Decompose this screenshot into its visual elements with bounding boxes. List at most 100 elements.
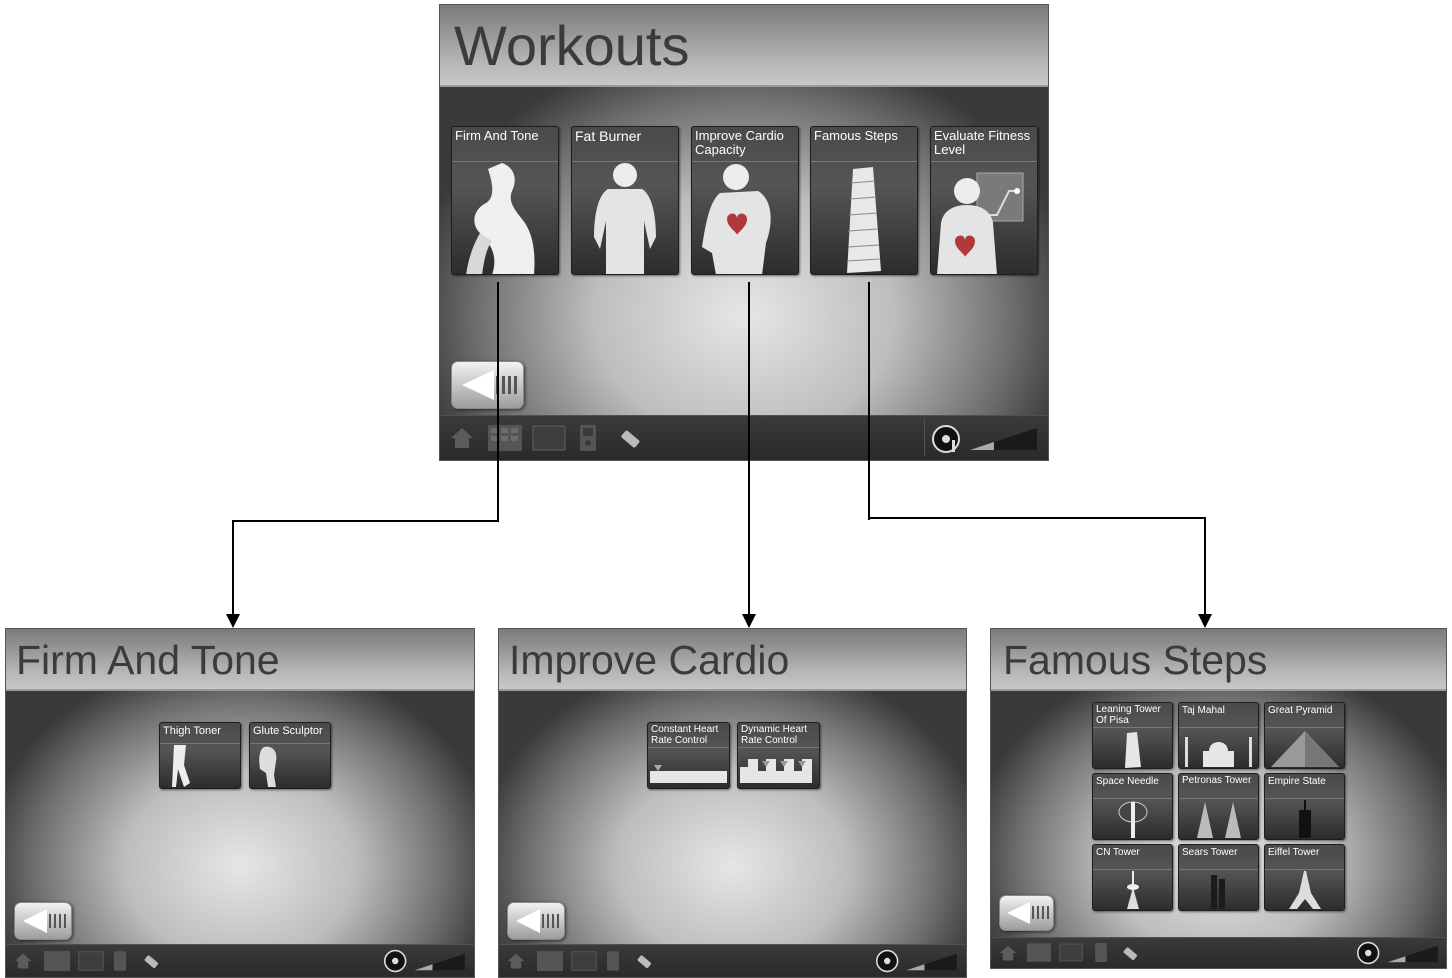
- famous-steps-screen: Famous Steps Leaning Tower Of Pisa Taj M…: [990, 628, 1447, 969]
- audio-icon[interactable]: [876, 949, 900, 973]
- home-icon[interactable]: [999, 944, 1017, 962]
- keypad-icon[interactable]: [537, 951, 563, 971]
- taskbar: [991, 937, 1446, 968]
- back-arrow-icon: [462, 370, 517, 400]
- empire-state-icon: [1299, 800, 1311, 838]
- tile-firm-and-tone[interactable]: Firm And Tone: [451, 126, 559, 275]
- volume-level-icon[interactable]: [414, 953, 466, 971]
- tile-thigh-toner[interactable]: Thigh Toner: [159, 722, 241, 789]
- pyramid-icon: [1271, 731, 1339, 767]
- back-arrow-icon: [23, 909, 66, 933]
- back-button[interactable]: [507, 902, 565, 940]
- volume-level-icon[interactable]: [1387, 945, 1439, 963]
- pisa-tower-icon: [1125, 732, 1141, 768]
- tile-label: Evaluate Fitness Level: [934, 128, 1031, 158]
- back-arrow-icon: [1007, 902, 1049, 924]
- back-button[interactable]: [999, 895, 1054, 931]
- page-title: Workouts: [454, 14, 690, 77]
- tile-label: CN Tower: [1096, 847, 1140, 858]
- tile-label: Fat Burner: [575, 128, 642, 144]
- media-player-icon[interactable]: [114, 951, 126, 971]
- volume-level-icon[interactable]: [906, 953, 958, 971]
- page-title: Improve Cardio: [509, 637, 790, 683]
- title-bar: Famous Steps: [991, 629, 1446, 691]
- flat-profile-icon: [650, 765, 727, 783]
- interval-profile-icon: [740, 759, 812, 783]
- tile-label: Taj Mahal: [1182, 705, 1225, 716]
- audio-icon[interactable]: [1357, 941, 1381, 965]
- runner-heart-icon: [702, 164, 771, 274]
- back-button[interactable]: [14, 902, 72, 940]
- man-silhouette-icon: [594, 163, 656, 274]
- tile-improve-cardio-capacity[interactable]: Improve Cardio Capacity: [691, 126, 799, 275]
- firm-and-tone-screen: Firm And Tone Thigh Toner Glute Sculptor: [5, 628, 475, 978]
- tile-evaluate-fitness-level[interactable]: Evaluate Fitness Level: [930, 126, 1038, 275]
- display-icon[interactable]: [1059, 943, 1083, 962]
- tile-label: Eiffel Tower: [1268, 847, 1320, 858]
- usb-key-icon[interactable]: [635, 952, 653, 970]
- improve-cardio-screen: Improve Cardio Constant Heart Rate Contr…: [498, 628, 967, 978]
- tile-label: Petronas Tower: [1182, 775, 1252, 786]
- tile-sears-tower[interactable]: Sears Tower: [1178, 844, 1259, 911]
- tile-leaning-tower-of-pisa[interactable]: Leaning Tower Of Pisa: [1092, 702, 1173, 769]
- tile-label: Improve Cardio Capacity: [695, 128, 784, 158]
- usb-key-icon[interactable]: [1121, 944, 1139, 962]
- title-bar: Improve Cardio: [499, 629, 966, 691]
- keypad-icon[interactable]: [44, 951, 70, 971]
- display-icon[interactable]: [571, 951, 597, 971]
- workouts-screen: Workouts Firm And Tone Fat Burner Improv…: [439, 4, 1049, 461]
- media-player-icon[interactable]: [607, 951, 619, 971]
- tile-taj-mahal[interactable]: Taj Mahal: [1178, 702, 1259, 769]
- home-icon[interactable]: [450, 426, 474, 450]
- petronas-tower-icon: [1197, 802, 1241, 838]
- tile-label: Empire State: [1268, 776, 1326, 787]
- taskbar: [499, 944, 966, 977]
- taj-mahal-icon: [1185, 737, 1252, 767]
- tile-great-pyramid[interactable]: Great Pyramid: [1264, 702, 1345, 769]
- audio-icon[interactable]: [932, 424, 962, 454]
- usb-key-icon[interactable]: [618, 426, 642, 450]
- media-player-icon[interactable]: [580, 425, 596, 451]
- sears-tower-icon: [1211, 875, 1225, 909]
- keypad-icon[interactable]: [488, 425, 522, 451]
- tile-label: Glute Sculptor: [253, 725, 323, 737]
- taskbar: [440, 415, 1048, 460]
- keypad-icon[interactable]: [1027, 943, 1051, 962]
- tile-label: Dynamic Heart Rate Control: [741, 724, 808, 746]
- body-heart-graph-icon: [937, 172, 1024, 274]
- audio-icon[interactable]: [384, 949, 408, 973]
- display-icon[interactable]: [532, 425, 566, 451]
- home-icon[interactable]: [507, 952, 525, 970]
- glute-figure-icon: [259, 746, 277, 787]
- tile-label: Great Pyramid: [1268, 705, 1333, 716]
- tile-famous-steps[interactable]: Famous Steps: [810, 126, 918, 275]
- leaning-tower-icon: [846, 167, 881, 273]
- home-icon[interactable]: [14, 952, 32, 970]
- tile-constant-heart-rate-control[interactable]: Constant Heart Rate Control: [647, 722, 730, 789]
- tile-label: Thigh Toner: [163, 725, 221, 737]
- tile-empire-state[interactable]: Empire State: [1264, 773, 1345, 840]
- space-needle-icon: [1118, 801, 1148, 838]
- tile-label: Sears Tower: [1182, 847, 1238, 858]
- back-arrow-icon: [516, 909, 559, 933]
- tile-label: Space Needle: [1096, 776, 1159, 787]
- title-bar: Workouts: [440, 5, 1048, 87]
- usb-key-icon[interactable]: [142, 952, 160, 970]
- tile-fat-burner[interactable]: Fat Burner: [571, 126, 679, 275]
- tile-glute-sculptor[interactable]: Glute Sculptor: [249, 722, 331, 789]
- tile-space-needle[interactable]: Space Needle: [1092, 773, 1173, 840]
- tile-dynamic-heart-rate-control[interactable]: Dynamic Heart Rate Control: [737, 722, 820, 789]
- tile-label: Firm And Tone: [455, 128, 539, 143]
- eiffel-tower-icon: [1289, 871, 1321, 909]
- title-bar: Firm And Tone: [6, 629, 474, 691]
- display-icon[interactable]: [78, 951, 104, 971]
- tile-petronas-tower[interactable]: Petronas Tower: [1178, 773, 1259, 840]
- page-title: Famous Steps: [1003, 637, 1268, 683]
- tile-cn-tower[interactable]: CN Tower: [1092, 844, 1173, 911]
- volume-level-icon[interactable]: [970, 427, 1038, 451]
- back-button[interactable]: [451, 361, 524, 409]
- media-player-icon[interactable]: [1095, 943, 1107, 962]
- tile-eiffel-tower[interactable]: Eiffel Tower: [1264, 844, 1345, 911]
- legs-icon: [172, 745, 190, 787]
- page-title: Firm And Tone: [16, 637, 280, 683]
